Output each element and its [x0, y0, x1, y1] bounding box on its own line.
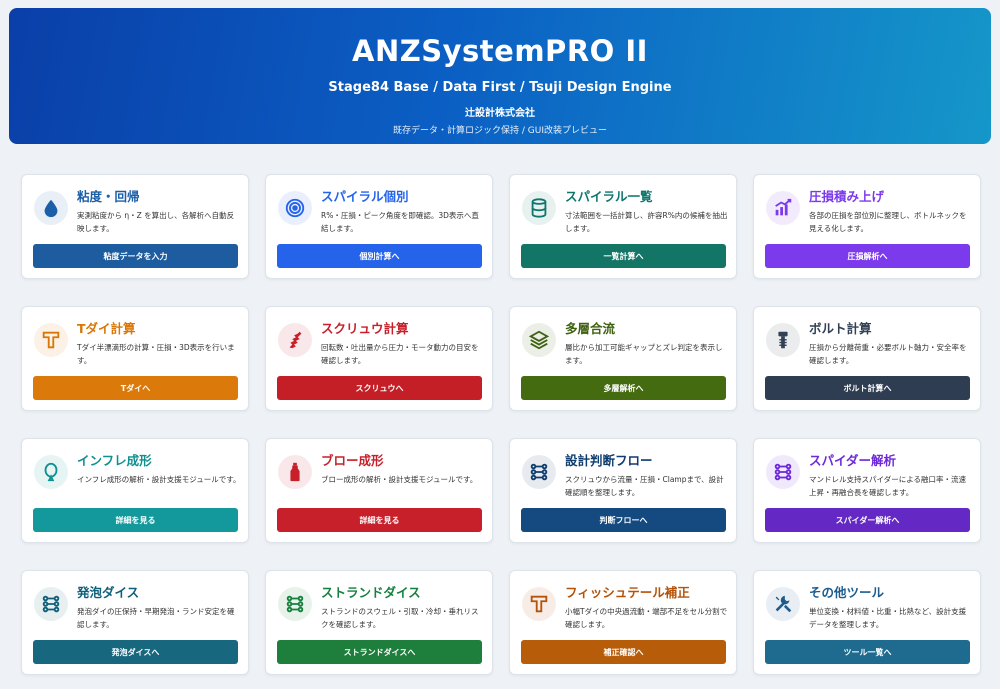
module-card: スパイラル個別 R%・圧損・ピーク角度を即確認。3D表示へ直結します。個別計算へ [265, 174, 493, 279]
card-action-button[interactable]: スクリュウへ [277, 376, 482, 400]
card-description: 小幅Tダイの中央過流動・端部不足をセル分割で確認します。 [565, 607, 728, 629]
card-title: その他ツール [809, 585, 885, 600]
card-action-button[interactable]: 多層解析へ [521, 376, 726, 400]
card-title: ボルト計算 [809, 321, 872, 336]
card-title: スクリュウ計算 [321, 321, 409, 336]
company-name: 辻設計株式会社 [465, 108, 535, 119]
module-card: スパイダー解析マンドレル支持スパイダーによる融口率・流速上昇・再融合長を確認しま… [753, 438, 981, 543]
module-card: その他ツール単位変換・材料値・比重・比熱など、設計支援データを整理します。ツール… [753, 570, 981, 675]
fishtail-icon [522, 587, 556, 621]
card-description: インフレ成形の解析・設計支援モジュールです。 [77, 475, 241, 484]
module-card: 多層合流層比から加工可能ギャップとズレ判定を表示します。多層解析へ [509, 306, 737, 411]
layers-icon [522, 323, 556, 357]
balloon-icon [34, 455, 68, 489]
card-action-button[interactable]: ボルト計算へ [765, 376, 970, 400]
droplet-icon [34, 191, 68, 225]
app-title: ANZSystemPRO II [352, 34, 648, 68]
card-description: 寸法範囲を一括計算し、許容R%内の候補を抽出します。 [565, 211, 728, 233]
card-action-button[interactable]: 発泡ダイスへ [33, 640, 238, 664]
card-title: Tダイ計算 [77, 321, 136, 336]
card-action-button[interactable]: 詳細を見る [33, 508, 238, 532]
module-card: 粘度・回帰実測粘度から η・Z を算出し、各解析へ自動反映します。粘度データを入… [21, 174, 249, 279]
card-title: フィッシュテール補正 [565, 585, 690, 600]
card-action-button[interactable]: ツール一覧へ [765, 640, 970, 664]
screw-icon [278, 323, 312, 357]
module-card: フィッシュテール補正小幅Tダイの中央過流動・端部不足をセル分割で確認します。補正… [509, 570, 737, 675]
database-icon [522, 191, 556, 225]
card-title: スパイラル一覧 [565, 189, 653, 204]
card-description: 発泡ダイの圧保持・早期発泡・ランド安定を確認します。 [77, 607, 235, 629]
card-title: 多層合流 [565, 321, 616, 336]
card-action-button[interactable]: 粘度データを入力 [33, 244, 238, 268]
card-title: インフレ成形 [77, 453, 152, 468]
card-title: ブロー成形 [321, 453, 384, 468]
t-die-icon [34, 323, 68, 357]
module-card: Tダイ計算 Tダイ半漂滴形の計算・圧損・3D表示を行います。 Tダイへ [21, 306, 249, 411]
card-description: スクリュウから流量・圧損・Clampまで、設計確認順を整理します。 [565, 475, 724, 497]
card-title: 圧損積み上げ [809, 189, 885, 204]
card-title: ストランドダイス [321, 585, 421, 600]
module-card: スクリュウ計算回転数・吐出量から圧力・モータ動力の目安を確認します。スクリュウへ [265, 306, 493, 411]
target-icon [278, 191, 312, 225]
tools-icon [766, 587, 800, 621]
module-card: 圧損積み上げ各部の圧損を部位別に整理し、ボトルネックを見える化します。圧損解析へ [753, 174, 981, 279]
card-title: スパイダー解析 [809, 453, 897, 468]
flow-icon [522, 455, 556, 489]
strand-icon [278, 587, 312, 621]
module-card: 発泡ダイス発泡ダイの圧保持・早期発泡・ランド安定を確認します。発泡ダイスへ [21, 570, 249, 675]
card-description: Tダイ半漂滴形の計算・圧損・3D表示を行います。 [77, 343, 235, 365]
card-title: スパイラル個別 [321, 189, 409, 204]
module-card: ブロー成形ブロー成形の解析・設計支援モジュールです。詳細を見る [265, 438, 493, 543]
module-card: スパイラル一覧寸法範囲を一括計算し、許容R%内の候補を抽出します。一覧計算へ [509, 174, 737, 279]
module-card: 設計判断フロースクリュウから流量・圧損・Clampまで、設計確認順を整理します。… [509, 438, 737, 543]
card-action-button[interactable]: 圧損解析へ [765, 244, 970, 268]
card-title: 粘度・回帰 [77, 189, 140, 204]
card-description: 圧損から分離荷重・必要ボルト軸力・安全率を確認します。 [809, 343, 967, 365]
chart-up-icon [766, 191, 800, 225]
header-banner: ANZSystemPRO II Stage84 Base / Data Firs… [9, 8, 991, 144]
spider-icon [766, 455, 800, 489]
card-description: 単位変換・材料値・比重・比熱など、設計支援データを整理します。 [809, 607, 967, 629]
bottle-icon [278, 455, 312, 489]
card-action-button[interactable]: Tダイへ [33, 376, 238, 400]
module-card: インフレ成形インフレ成形の解析・設計支援モジュールです。詳細を見る [21, 438, 249, 543]
app-subtitle: Stage84 Base / Data First / Tsuji Design… [328, 80, 672, 95]
card-description: ストランドのスウェル・引取・冷却・垂れリスクを確認します。 [321, 607, 479, 629]
module-card: ボルト計算圧損から分離荷重・必要ボルト軸力・安全率を確認します。ボルト計算へ [753, 306, 981, 411]
foam-icon [34, 587, 68, 621]
card-description: 各部の圧損を部位別に整理し、ボトルネックを見える化します。 [809, 211, 967, 233]
card-action-button[interactable]: 補正確認へ [521, 640, 726, 664]
module-card: ストランドダイスストランドのスウェル・引取・冷却・垂れリスクを確認します。ストラ… [265, 570, 493, 675]
card-action-button[interactable]: ストランドダイスへ [277, 640, 482, 664]
card-action-button[interactable]: 個別計算へ [277, 244, 482, 268]
card-action-button[interactable]: 判断フローへ [521, 508, 726, 532]
card-action-button[interactable]: 詳細を見る [277, 508, 482, 532]
card-action-button[interactable]: 一覧計算へ [521, 244, 726, 268]
card-action-button[interactable]: スパイダー解析へ [765, 508, 970, 532]
bolt-icon [766, 323, 800, 357]
card-title: 発泡ダイス [77, 585, 140, 600]
card-description: マンドレル支持スパイダーによる融口率・流速上昇・再融合長を確認します。 [809, 475, 966, 497]
preview-note: 既存データ・計算ロジック保持 / GUI改装プレビュー [393, 126, 607, 136]
card-description: ブロー成形の解析・設計支援モジュールです。 [321, 475, 478, 484]
card-title: 設計判断フロー [565, 453, 653, 468]
card-description: 層比から加工可能ギャップとズレ判定を表示します。 [565, 343, 723, 365]
card-description: 実測粘度から η・Z を算出し、各解析へ自動反映します。 [77, 211, 235, 233]
card-description: 回転数・吐出量から圧力・モータ動力の目安を確認します。 [321, 343, 479, 365]
card-description: R%・圧損・ピーク角度を即確認。3D表示へ直結します。 [321, 211, 479, 233]
